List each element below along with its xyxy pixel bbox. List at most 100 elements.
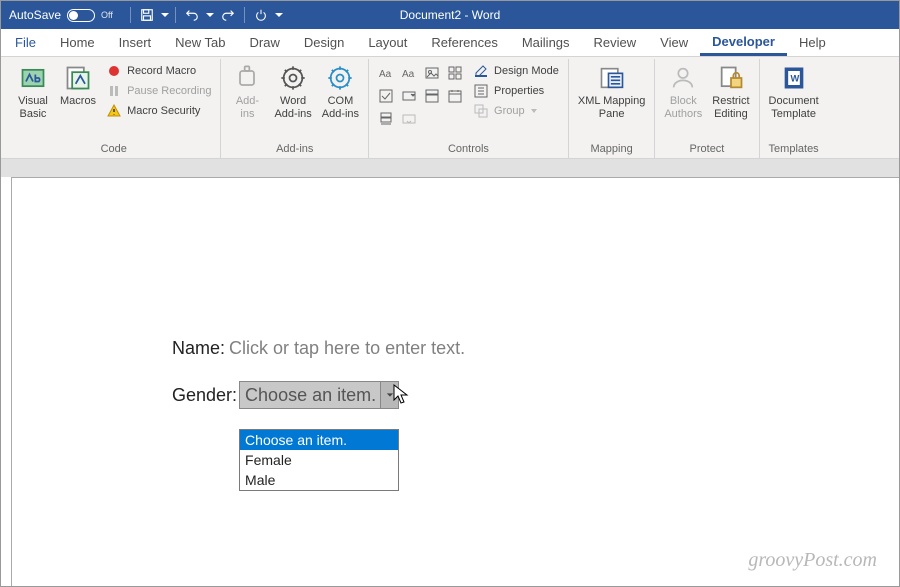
rich-text-control-button[interactable]: Aa xyxy=(375,62,397,84)
quick-access-toolbar xyxy=(121,1,284,29)
separator xyxy=(175,7,176,23)
group-templates: W Document Template Templates xyxy=(760,59,828,158)
save-dropdown-icon[interactable] xyxy=(160,4,170,26)
dropdown-selected-text: Choose an item. xyxy=(245,385,376,405)
svg-text:W: W xyxy=(790,74,799,84)
group-label: Group xyxy=(494,105,525,117)
design-mode-button[interactable]: Design Mode xyxy=(470,62,562,80)
group-button[interactable]: Group xyxy=(470,102,562,120)
block-authors-label: Block Authors xyxy=(664,95,702,120)
word-addins-button[interactable]: Word Add-ins xyxy=(271,62,314,122)
pause-icon xyxy=(106,83,122,99)
save-button[interactable] xyxy=(136,4,158,26)
tab-layout[interactable]: Layout xyxy=(356,29,419,56)
undo-button[interactable] xyxy=(181,4,203,26)
block-authors-icon xyxy=(669,64,697,92)
com-addins-button[interactable]: COM Add-ins xyxy=(319,62,362,122)
title-bar: AutoSave Off Document2 - Word xyxy=(1,1,899,29)
dropdown-control-button[interactable] xyxy=(421,85,443,107)
addins-icon xyxy=(233,64,261,92)
document-template-button[interactable]: W Document Template xyxy=(766,62,822,122)
group-code: Visual Basic Macros Record Macro Pause R… xyxy=(7,59,221,158)
autosave-control[interactable]: AutoSave Off xyxy=(1,1,121,29)
word-addins-icon xyxy=(279,64,307,92)
name-placeholder[interactable]: Click or tap here to enter text. xyxy=(229,338,465,359)
tab-view[interactable]: View xyxy=(648,29,700,56)
xml-mapping-icon xyxy=(598,64,626,92)
visual-basic-icon xyxy=(19,64,47,92)
group-addins-label: Add-ins xyxy=(227,141,362,158)
properties-button[interactable]: Properties xyxy=(470,82,562,100)
building-block-control-button[interactable] xyxy=(444,62,466,84)
qat-customize-icon[interactable] xyxy=(274,4,284,26)
block-authors-button: Block Authors xyxy=(661,62,705,122)
document-background xyxy=(1,159,899,177)
visual-basic-button[interactable]: Visual Basic xyxy=(13,62,53,122)
tab-help[interactable]: Help xyxy=(787,29,838,56)
separator xyxy=(244,7,245,23)
group-protect: Block Authors Restrict Editing Protect xyxy=(655,59,759,158)
group-templates-label: Templates xyxy=(766,141,822,158)
picture-control-button[interactable] xyxy=(421,62,443,84)
repeating-section-control-button[interactable] xyxy=(375,108,397,130)
dropdown-option[interactable]: Male xyxy=(240,470,398,490)
name-label: Name: xyxy=(172,338,225,359)
page-content: Name: Click or tap here to enter text. G… xyxy=(12,178,899,406)
gender-dropdown[interactable]: Choose an item. Choose an item. Female M… xyxy=(239,385,399,406)
separator xyxy=(130,7,131,23)
restrict-editing-label: Restrict Editing xyxy=(712,95,749,120)
tab-insert[interactable]: Insert xyxy=(107,29,164,56)
group-icon xyxy=(473,103,489,119)
undo-dropdown-icon[interactable] xyxy=(205,4,215,26)
document-template-icon: W xyxy=(780,64,808,92)
redo-button[interactable] xyxy=(217,4,239,26)
group-mapping: XML Mapping Pane Mapping xyxy=(569,59,655,158)
tab-references[interactable]: References xyxy=(419,29,509,56)
watermark: groovyPost.com xyxy=(748,549,877,572)
chevron-down-icon[interactable] xyxy=(380,382,398,408)
date-picker-control-button[interactable] xyxy=(444,85,466,107)
tab-design[interactable]: Design xyxy=(292,29,356,56)
combobox-control-button[interactable] xyxy=(398,85,420,107)
tab-home[interactable]: Home xyxy=(48,29,107,56)
ribbon: Visual Basic Macros Record Macro Pause R… xyxy=(1,57,899,159)
restrict-editing-button[interactable]: Restrict Editing xyxy=(709,62,752,122)
macros-button[interactable]: Macros xyxy=(57,62,99,110)
record-macro-button[interactable]: Record Macro xyxy=(103,62,214,80)
svg-text:Aa: Aa xyxy=(402,69,415,80)
gender-field-row: Gender: Choose an item. Choose an item. … xyxy=(172,385,899,406)
tab-newtab[interactable]: New Tab xyxy=(163,29,237,56)
window-title: Document2 - Word xyxy=(400,8,500,22)
tab-mailings[interactable]: Mailings xyxy=(510,29,582,56)
checkbox-control-button[interactable] xyxy=(375,85,397,107)
design-mode-label: Design Mode xyxy=(494,65,559,77)
plain-text-control-button[interactable]: Aa xyxy=(398,62,420,84)
tab-developer[interactable]: Developer xyxy=(700,29,787,56)
record-macro-label: Record Macro xyxy=(127,65,196,77)
legacy-tools-button[interactable] xyxy=(398,108,420,130)
touch-mouse-mode-button[interactable] xyxy=(250,4,272,26)
dropdown-option[interactable]: Choose an item. xyxy=(240,430,398,450)
dropdown-list: Choose an item. Female Male xyxy=(239,429,399,491)
gender-label: Gender: xyxy=(172,385,237,406)
tab-file[interactable]: File xyxy=(3,29,48,56)
design-mode-icon xyxy=(473,63,489,79)
tab-draw[interactable]: Draw xyxy=(238,29,292,56)
xml-mapping-label: XML Mapping Pane xyxy=(578,95,645,120)
com-addins-icon xyxy=(326,64,354,92)
name-field-row: Name: Click or tap here to enter text. xyxy=(172,338,899,359)
ribbon-tabs: File Home Insert New Tab Draw Design Lay… xyxy=(1,29,899,57)
warning-icon xyxy=(106,103,122,119)
properties-icon xyxy=(473,83,489,99)
macro-security-button[interactable]: Macro Security xyxy=(103,102,214,120)
autosave-toggle-icon[interactable] xyxy=(67,9,95,22)
tab-review[interactable]: Review xyxy=(582,29,649,56)
addins-button[interactable]: Add- ins xyxy=(227,62,267,122)
autosave-state: Off xyxy=(101,10,113,20)
xml-mapping-button[interactable]: XML Mapping Pane xyxy=(575,62,648,122)
properties-label: Properties xyxy=(494,85,544,97)
dropdown-selected-value[interactable]: Choose an item. xyxy=(239,381,399,409)
document-page[interactable]: Name: Click or tap here to enter text. G… xyxy=(11,177,899,586)
dropdown-option[interactable]: Female xyxy=(240,450,398,470)
svg-text:Aa: Aa xyxy=(379,69,392,80)
